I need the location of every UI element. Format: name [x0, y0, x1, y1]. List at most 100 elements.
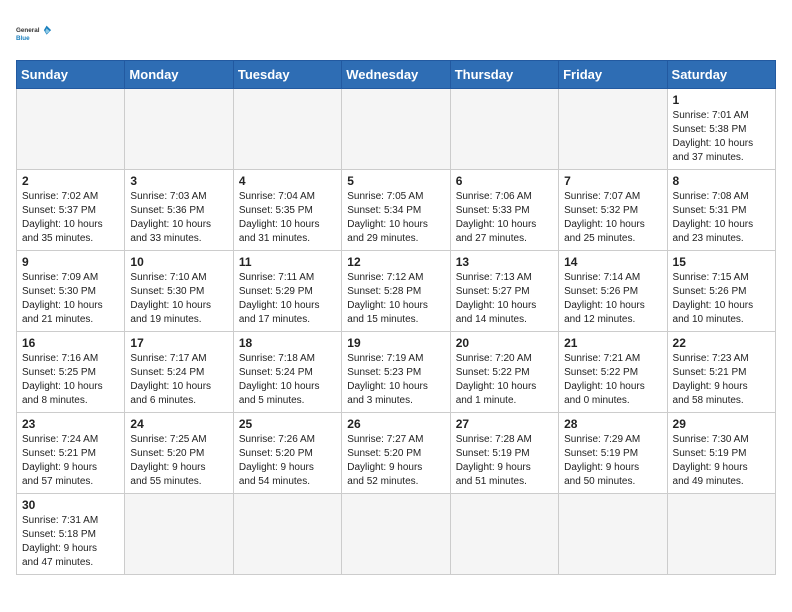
- col-header-thursday: Thursday: [450, 61, 558, 89]
- calendar-cell: 10 Sunrise: 7:10 AM Sunset: 5:30 PM Dayli…: [125, 251, 233, 332]
- calendar-cell: [450, 494, 558, 575]
- day-info: Sunrise: 7:12 AM Sunset: 5:28 PM Dayligh…: [347, 271, 444, 327]
- calendar-cell: 6 Sunrise: 7:06 AM Sunset: 5:33 PM Daylig…: [450, 170, 558, 251]
- day-info: Sunrise: 7:09 AM Sunset: 5:30 PM Dayligh…: [22, 271, 119, 327]
- calendar-cell: 5Sunrise: 7:05 AM Sunset: 5:34 PM Daylig…: [342, 170, 450, 251]
- calendar-cell: [559, 494, 667, 575]
- day-number: 6: [456, 174, 553, 188]
- day-info: Sunrise: 7:14 AM Sunset: 5:26 PM Dayligh…: [564, 271, 661, 327]
- calendar-cell: 8Sunrise: 7:08 AM Sunset: 5:31 PM Daylig…: [667, 170, 775, 251]
- day-number: 2: [22, 174, 119, 188]
- calendar-cell: 9 Sunrise: 7:09 AM Sunset: 5:30 PM Daylig…: [17, 251, 125, 332]
- day-number: 9: [22, 255, 119, 269]
- day-info: Sunrise: 7:03 AM Sunset: 5:36 PM Dayligh…: [130, 190, 227, 246]
- day-info: Sunrise: 7:11 AM Sunset: 5:29 PM Dayligh…: [239, 271, 336, 327]
- calendar-cell: [450, 89, 558, 170]
- calendar-cell: 11Sunrise: 7:11 AM Sunset: 5:29 PM Dayli…: [233, 251, 341, 332]
- day-info: Sunrise: 7:04 AM Sunset: 5:35 PM Dayligh…: [239, 190, 336, 246]
- day-info: Sunrise: 7:20 AM Sunset: 5:22 PM Dayligh…: [456, 352, 553, 408]
- calendar-week-3: 9 Sunrise: 7:09 AM Sunset: 5:30 PM Daylig…: [17, 251, 776, 332]
- calendar-cell: 29Sunrise: 7:30 AM Sunset: 5:19 PM Dayli…: [667, 413, 775, 494]
- day-number: 13: [456, 255, 553, 269]
- day-number: 24: [130, 417, 227, 431]
- calendar-cell: 15Sunrise: 7:15 AM Sunset: 5:26 PM Dayli…: [667, 251, 775, 332]
- calendar-week-5: 23 Sunrise: 7:24 AM Sunset: 5:21 PM Dayli…: [17, 413, 776, 494]
- calendar-table: SundayMondayTuesdayWednesdayThursdayFrid…: [16, 60, 776, 575]
- calendar-cell: 17 Sunrise: 7:17 AM Sunset: 5:24 PM Dayli…: [125, 332, 233, 413]
- calendar-cell: 30 Sunrise: 7:31 AM Sunset: 5:18 PM Dayli…: [17, 494, 125, 575]
- day-info: Sunrise: 7:17 AM Sunset: 5:24 PM Dayligh…: [130, 352, 227, 408]
- day-info: Sunrise: 7:02 AM Sunset: 5:37 PM Dayligh…: [22, 190, 119, 246]
- day-info: Sunrise: 7:10 AM Sunset: 5:30 PM Dayligh…: [130, 271, 227, 327]
- page-header: General Blue: [16, 16, 776, 52]
- calendar-cell: 2 Sunrise: 7:02 AM Sunset: 5:37 PM Daylig…: [17, 170, 125, 251]
- day-number: 15: [673, 255, 770, 269]
- day-info: Sunrise: 7:07 AM Sunset: 5:32 PM Dayligh…: [564, 190, 661, 246]
- day-info: Sunrise: 7:30 AM Sunset: 5:19 PM Dayligh…: [673, 433, 770, 489]
- day-info: Sunrise: 7:06 AM Sunset: 5:33 PM Dayligh…: [456, 190, 553, 246]
- calendar-cell: 13 Sunrise: 7:13 AM Sunset: 5:27 PM Dayli…: [450, 251, 558, 332]
- calendar-cell: 1Sunrise: 7:01 AM Sunset: 5:38 PM Daylig…: [667, 89, 775, 170]
- day-number: 23: [22, 417, 119, 431]
- calendar-cell: 12 Sunrise: 7:12 AM Sunset: 5:28 PM Dayli…: [342, 251, 450, 332]
- day-number: 8: [673, 174, 770, 188]
- day-info: Sunrise: 7:24 AM Sunset: 5:21 PM Dayligh…: [22, 433, 119, 489]
- calendar-cell: 23 Sunrise: 7:24 AM Sunset: 5:21 PM Dayli…: [17, 413, 125, 494]
- day-info: Sunrise: 7:05 AM Sunset: 5:34 PM Dayligh…: [347, 190, 444, 246]
- col-header-wednesday: Wednesday: [342, 61, 450, 89]
- day-number: 30: [22, 498, 119, 512]
- calendar-week-6: 30 Sunrise: 7:31 AM Sunset: 5:18 PM Dayli…: [17, 494, 776, 575]
- logo: General Blue: [16, 16, 52, 52]
- calendar-cell: 3 Sunrise: 7:03 AM Sunset: 5:36 PM Daylig…: [125, 170, 233, 251]
- day-number: 12: [347, 255, 444, 269]
- col-header-tuesday: Tuesday: [233, 61, 341, 89]
- day-number: 20: [456, 336, 553, 350]
- day-number: 16: [22, 336, 119, 350]
- calendar-cell: 26Sunrise: 7:27 AM Sunset: 5:20 PM Dayli…: [342, 413, 450, 494]
- svg-text:General: General: [16, 27, 40, 34]
- calendar-week-2: 2 Sunrise: 7:02 AM Sunset: 5:37 PM Daylig…: [17, 170, 776, 251]
- calendar-cell: 24 Sunrise: 7:25 AM Sunset: 5:20 PM Dayli…: [125, 413, 233, 494]
- day-info: Sunrise: 7:16 AM Sunset: 5:25 PM Dayligh…: [22, 352, 119, 408]
- day-info: Sunrise: 7:25 AM Sunset: 5:20 PM Dayligh…: [130, 433, 227, 489]
- day-number: 4: [239, 174, 336, 188]
- calendar-cell: 22Sunrise: 7:23 AM Sunset: 5:21 PM Dayli…: [667, 332, 775, 413]
- day-number: 21: [564, 336, 661, 350]
- day-number: 28: [564, 417, 661, 431]
- calendar-cell: 4 Sunrise: 7:04 AM Sunset: 5:35 PM Daylig…: [233, 170, 341, 251]
- day-number: 18: [239, 336, 336, 350]
- day-number: 14: [564, 255, 661, 269]
- calendar-cell: 18 Sunrise: 7:18 AM Sunset: 5:24 PM Dayli…: [233, 332, 341, 413]
- day-info: Sunrise: 7:26 AM Sunset: 5:20 PM Dayligh…: [239, 433, 336, 489]
- col-header-sunday: Sunday: [17, 61, 125, 89]
- day-info: Sunrise: 7:23 AM Sunset: 5:21 PM Dayligh…: [673, 352, 770, 408]
- day-info: Sunrise: 7:13 AM Sunset: 5:27 PM Dayligh…: [456, 271, 553, 327]
- calendar-cell: [667, 494, 775, 575]
- day-info: Sunrise: 7:28 AM Sunset: 5:19 PM Dayligh…: [456, 433, 553, 489]
- calendar-cell: [559, 89, 667, 170]
- calendar-cell: 7 Sunrise: 7:07 AM Sunset: 5:32 PM Daylig…: [559, 170, 667, 251]
- calendar-cell: 20 Sunrise: 7:20 AM Sunset: 5:22 PM Dayli…: [450, 332, 558, 413]
- day-number: 19: [347, 336, 444, 350]
- day-number: 3: [130, 174, 227, 188]
- day-number: 10: [130, 255, 227, 269]
- calendar-cell: 19 Sunrise: 7:19 AM Sunset: 5:23 PM Dayli…: [342, 332, 450, 413]
- col-header-friday: Friday: [559, 61, 667, 89]
- calendar-week-4: 16 Sunrise: 7:16 AM Sunset: 5:25 PM Dayli…: [17, 332, 776, 413]
- day-info: Sunrise: 7:29 AM Sunset: 5:19 PM Dayligh…: [564, 433, 661, 489]
- calendar-cell: [125, 494, 233, 575]
- calendar-cell: 14 Sunrise: 7:14 AM Sunset: 5:26 PM Dayli…: [559, 251, 667, 332]
- calendar-cell: [125, 89, 233, 170]
- day-info: Sunrise: 7:31 AM Sunset: 5:18 PM Dayligh…: [22, 514, 119, 570]
- day-number: 17: [130, 336, 227, 350]
- day-info: Sunrise: 7:19 AM Sunset: 5:23 PM Dayligh…: [347, 352, 444, 408]
- calendar-cell: 21Sunrise: 7:21 AM Sunset: 5:22 PM Dayli…: [559, 332, 667, 413]
- col-header-monday: Monday: [125, 61, 233, 89]
- calendar-cell: [233, 89, 341, 170]
- day-info: Sunrise: 7:18 AM Sunset: 5:24 PM Dayligh…: [239, 352, 336, 408]
- calendar-cell: [233, 494, 341, 575]
- day-info: Sunrise: 7:01 AM Sunset: 5:38 PM Dayligh…: [673, 109, 770, 165]
- col-header-saturday: Saturday: [667, 61, 775, 89]
- day-number: 7: [564, 174, 661, 188]
- calendar-cell: 16 Sunrise: 7:16 AM Sunset: 5:25 PM Dayli…: [17, 332, 125, 413]
